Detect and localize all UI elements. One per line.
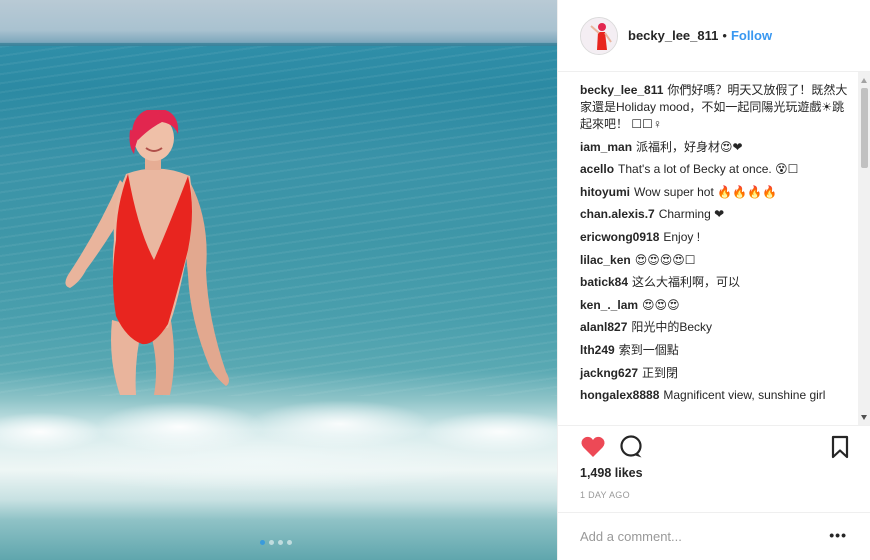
heart-icon[interactable]	[580, 434, 606, 460]
comment-item: ericwong0918 Enjoy !	[580, 229, 852, 246]
comment-username[interactable]: batick84	[580, 275, 628, 289]
comment-text: That's a lot of Becky at once. 😵☐	[618, 162, 799, 177]
post-actions	[578, 434, 853, 460]
header-username[interactable]: becky_lee_811	[628, 28, 718, 43]
comment-username[interactable]: hitoyumi	[580, 185, 630, 199]
wave-foam	[0, 372, 557, 532]
comment-text: Charming ❤	[658, 207, 725, 222]
scroll-down-arrow-icon[interactable]	[861, 415, 867, 420]
comment-username[interactable]: chan.alexis.7	[580, 207, 655, 221]
scrollbar-thumb[interactable]	[861, 88, 868, 168]
carousel-dot[interactable]	[269, 540, 274, 545]
add-comment-input[interactable]	[580, 525, 815, 547]
comment-bubble-icon[interactable]	[618, 434, 644, 460]
comment-text: 索到一個點	[618, 342, 679, 357]
comment-item: lth249 索到一個點	[580, 342, 852, 359]
comment-item: ken_._lam 😍😍😍	[580, 297, 852, 314]
carousel-dot[interactable]	[260, 540, 265, 545]
comment-item: batick84 这么大福利啊，可以	[580, 274, 852, 291]
comment-text: 这么大福利啊，可以	[632, 275, 741, 290]
comment-text: 😍😍😍😍☐	[634, 252, 696, 267]
post-timestamp: 1 DAY AGO	[580, 490, 630, 500]
woman-in-red-swimsuit	[65, 110, 229, 395]
scroll-up-arrow-icon[interactable]	[861, 78, 867, 83]
comment-item: alanl827 阳光中的Becky	[580, 319, 852, 336]
post-photo[interactable]	[0, 0, 557, 560]
post-side-panel: becky_lee_811 • Follow becky_lee_811 你們好嗎…	[557, 0, 870, 560]
comment-text: Enjoy !	[663, 229, 701, 244]
comment-list-container[interactable]: becky_lee_811 你們好嗎？明天又放假了！既然大家還是Holiday m…	[558, 72, 870, 426]
caption: becky_lee_811 你們好嗎？明天又放假了！既然大家還是Holiday m…	[580, 82, 852, 133]
comment-text: 正到閉	[642, 365, 679, 380]
post-header: becky_lee_811 • Follow	[558, 0, 870, 72]
comment-item: acello That's a lot of Becky at once. 😵☐	[580, 161, 852, 178]
more-options-icon[interactable]: •••	[829, 527, 847, 543]
comment-text: 阳光中的Becky	[631, 320, 713, 335]
comment-username[interactable]: alanl827	[580, 320, 627, 334]
carousel-dot[interactable]	[287, 540, 292, 545]
comment-username[interactable]: jackng627	[580, 366, 638, 380]
comment-text: Magnificent view, sunshine girl	[663, 388, 826, 403]
comment-username[interactable]: becky_lee_811	[580, 83, 663, 97]
add-comment-bar: •••	[558, 512, 870, 560]
comment-item: lilac_ken 😍😍😍😍☐	[580, 252, 852, 269]
comment-list: becky_lee_811 你們好嗎？明天又放假了！既然大家還是Holiday m…	[580, 82, 852, 410]
comment-item: jackng627 正到閉	[580, 365, 852, 382]
follow-button[interactable]: Follow	[731, 28, 772, 43]
comment-username[interactable]: acello	[580, 162, 614, 176]
comment-item: iam_man 派福利，好身材😍❤	[580, 139, 852, 156]
avatar[interactable]	[580, 16, 618, 55]
comment-item: hitoyumi Wow super hot 🔥🔥🔥🔥	[580, 184, 852, 201]
likes-count[interactable]: 1,498 likes	[580, 466, 643, 480]
comment-text: 派福利，好身材😍❤	[636, 139, 743, 154]
comment-text: 😍😍😍	[642, 297, 680, 312]
comment-username[interactable]: ken_._lam	[580, 298, 638, 312]
carousel-dot[interactable]	[278, 540, 283, 545]
bookmark-icon[interactable]	[827, 434, 853, 460]
comment-item: hongalex8888 Magnificent view, sunshine g…	[580, 387, 852, 404]
comment-username[interactable]: lilac_ken	[580, 253, 631, 267]
comment-item: chan.alexis.7 Charming ❤	[580, 206, 852, 223]
comment-text: Wow super hot 🔥🔥🔥🔥	[634, 184, 777, 199]
comment-username[interactable]: lth249	[580, 343, 615, 357]
carousel-indicator	[260, 540, 292, 545]
comment-username[interactable]: iam_man	[580, 140, 632, 154]
comment-username[interactable]: ericwong0918	[580, 230, 659, 244]
header-separator: •	[722, 28, 727, 43]
avatar-image	[581, 17, 617, 54]
comments-scrollbar[interactable]	[858, 72, 870, 425]
comment-username[interactable]: hongalex8888	[580, 388, 659, 402]
